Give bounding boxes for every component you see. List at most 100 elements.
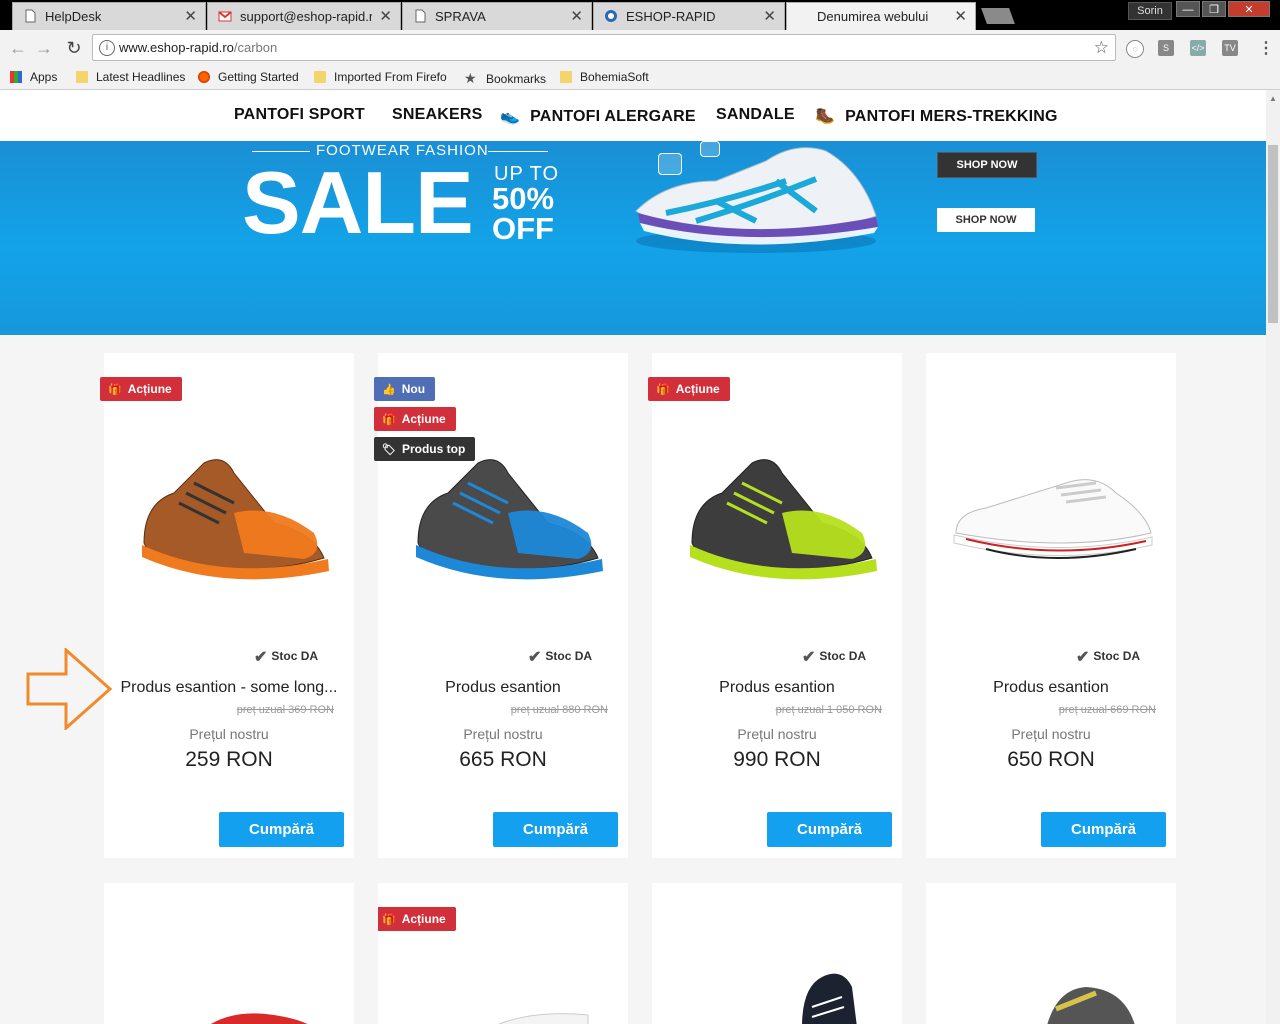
thumbs-up-icon: 👍 xyxy=(382,384,396,396)
old-price: preț uzual 369 RON xyxy=(236,704,334,716)
checkmark-icon: ✔ xyxy=(254,649,268,666)
buy-button[interactable]: Cumpără xyxy=(767,812,892,847)
tab-title: SPRAVA xyxy=(435,9,486,24)
nav-pantofi-sport[interactable]: PANTOFI SPORT xyxy=(234,106,365,124)
tab-denumirea-webului[interactable]: Denumirea webului ✕ xyxy=(786,2,976,30)
product-card[interactable]: ✔ Stoc DA Produs esantion preț uzual 669 … xyxy=(926,353,1176,858)
reload-icon[interactable]: ↻ xyxy=(62,36,86,60)
tab-eshop-rapid[interactable]: ESHOP-RAPID ✕ xyxy=(593,2,785,30)
stock-status: ✔ Stoc DA xyxy=(528,647,592,667)
extension-icon[interactable]: ◌ xyxy=(1126,40,1144,58)
close-icon[interactable]: ✕ xyxy=(954,7,967,25)
product-card[interactable]: 🎁 Acțiune xyxy=(378,883,628,1024)
extension-code-icon[interactable]: </> xyxy=(1190,40,1206,56)
product-image[interactable] xyxy=(184,1007,334,1024)
product-card[interactable] xyxy=(926,883,1176,1024)
info-icon[interactable]: i xyxy=(99,40,115,56)
product-image[interactable] xyxy=(782,967,862,1024)
back-arrow-icon[interactable]: ← xyxy=(6,36,30,60)
running-shoe-image xyxy=(635,147,878,253)
buy-button[interactable]: Cumpără xyxy=(493,812,618,847)
tab-support-mail[interactable]: support@eshop-rapid.ro ✕ xyxy=(207,2,401,30)
product-price: 259 RON xyxy=(185,748,273,771)
gift-icon: 🎁 xyxy=(108,384,122,396)
our-price-label: Prețul nostru xyxy=(737,726,817,742)
our-price-label: Prețul nostru xyxy=(189,726,269,742)
buy-button[interactable]: Cumpără xyxy=(1041,812,1166,847)
kebab-menu-icon[interactable]: ⋮ xyxy=(1258,38,1274,58)
gmail-icon xyxy=(218,11,232,22)
product-card[interactable] xyxy=(652,883,902,1024)
shop-now-button[interactable]: SHOP NOW xyxy=(937,208,1035,232)
bookmark-bookmarks[interactable]: ★ Bookmarks xyxy=(464,70,546,86)
nav-sneakers[interactable]: SNEAKERS xyxy=(392,106,483,124)
bookmark-label: Apps xyxy=(30,70,58,84)
bookmark-latest-headlines[interactable]: Latest Headlines xyxy=(76,70,185,84)
divider xyxy=(488,151,548,152)
extension-tv-icon[interactable]: TV xyxy=(1222,40,1238,56)
address-bar[interactable]: i www.eshop-rapid.ro/carbon ☆ xyxy=(92,34,1116,61)
product-name[interactable]: Produs esantion xyxy=(378,679,628,697)
product-price: 990 RON xyxy=(733,748,821,771)
url-path: /carbon xyxy=(233,40,278,55)
bookmark-imported-firefox[interactable]: Imported From Firefo xyxy=(314,70,452,84)
maximize-icon[interactable]: ❐ xyxy=(1202,1,1226,17)
banner-off: OFF xyxy=(492,211,554,246)
product-name[interactable]: Produs esantion xyxy=(652,679,902,697)
star-icon: ★ xyxy=(464,70,477,86)
product-image[interactable] xyxy=(398,433,608,583)
window-close-icon[interactable]: ✕ xyxy=(1228,1,1270,17)
product-card[interactable]: 👍 Nou 🎁 Acțiune 🏷 Produs top ✔ Stoc DA Produ… xyxy=(374,353,628,858)
tab-helpdesk[interactable]: HelpDesk ✕ xyxy=(12,2,206,30)
product-name[interactable]: Produs esantion xyxy=(926,679,1176,697)
buy-button[interactable]: Cumpără xyxy=(219,812,344,847)
firefox-icon xyxy=(198,71,210,83)
product-image[interactable] xyxy=(478,1009,598,1024)
product-image[interactable] xyxy=(946,433,1156,583)
product-image[interactable] xyxy=(1036,979,1146,1024)
scrollbar-thumb[interactable] xyxy=(1268,145,1278,323)
doc-icon xyxy=(415,9,426,23)
bookmark-getting-started[interactable]: Getting Started xyxy=(198,70,299,84)
close-icon[interactable]: ✕ xyxy=(379,7,392,25)
browser-tab-bar: HelpDesk ✕ support@eshop-rapid.ro ✕ SPRA… xyxy=(0,0,1280,30)
nav-pantofi-mers-trekking[interactable]: 🥾 PANTOFI MERS-TREKKING xyxy=(815,106,1058,126)
sale-banner[interactable]: FOOTWEAR FASHION SALE UP TO 50% OFF SHOP… xyxy=(0,141,1266,335)
shop-now-button[interactable]: SHOP NOW xyxy=(937,152,1037,178)
checkmark-icon: ✔ xyxy=(1076,649,1090,666)
nav-label: PANTOFI ALERGARE xyxy=(530,108,696,125)
new-tab-button[interactable] xyxy=(981,8,1015,24)
scroll-up-arrow-icon[interactable]: ▲ xyxy=(1269,94,1277,103)
checkmark-icon: ✔ xyxy=(802,649,816,666)
profile-button[interactable]: Sorin xyxy=(1128,2,1172,20)
product-card[interactable]: 🎁 Acțiune ✔ Stoc DA Produs esantion - some… xyxy=(100,353,354,858)
badge-action: 🎁 Acțiune xyxy=(374,407,456,431)
product-card[interactable]: 🎁 Acțiune ✔ Stoc DA Produs esantion preț u… xyxy=(648,353,902,858)
badge-label: Acțiune xyxy=(401,912,446,926)
apps-grid-icon xyxy=(10,71,22,83)
stock-label: Stoc DA xyxy=(819,649,867,663)
badge-action: 🎁 Acțiune xyxy=(378,907,456,931)
bookmark-star-icon[interactable]: ☆ xyxy=(1094,38,1109,58)
tab-sprava[interactable]: SPRAVA ✕ xyxy=(402,2,592,30)
product-image[interactable] xyxy=(124,433,334,583)
product-name[interactable]: Produs esantion - some long... xyxy=(104,679,354,697)
url-text[interactable]: www.eshop-rapid.ro/carbon xyxy=(119,40,277,55)
nav-sandale[interactable]: SANDALE xyxy=(716,106,795,124)
forward-arrow-icon[interactable]: → xyxy=(32,36,56,60)
extension-s-icon[interactable]: S xyxy=(1158,40,1174,56)
minimize-icon[interactable]: — xyxy=(1176,1,1200,17)
bookmark-bohemiasoft[interactable]: BohemiaSoft xyxy=(560,70,649,84)
close-icon[interactable]: ✕ xyxy=(763,7,776,25)
nav-pantofi-alergare[interactable]: 👟 PANTOFI ALERGARE xyxy=(500,106,696,126)
banner-percent: 50% xyxy=(492,181,555,216)
bookmark-apps[interactable]: Apps xyxy=(10,70,57,84)
product-image[interactable] xyxy=(672,433,882,583)
product-price: 665 RON xyxy=(459,748,547,771)
badge-new: 👍 Nou xyxy=(374,377,436,401)
close-icon[interactable]: ✕ xyxy=(184,7,197,25)
gift-icon: 🎁 xyxy=(382,914,396,926)
site-category-nav: PANTOFI SPORT SNEAKERS 👟 PANTOFI ALERGARE… xyxy=(0,90,1266,141)
product-card[interactable] xyxy=(104,883,354,1024)
close-icon[interactable]: ✕ xyxy=(570,7,583,25)
